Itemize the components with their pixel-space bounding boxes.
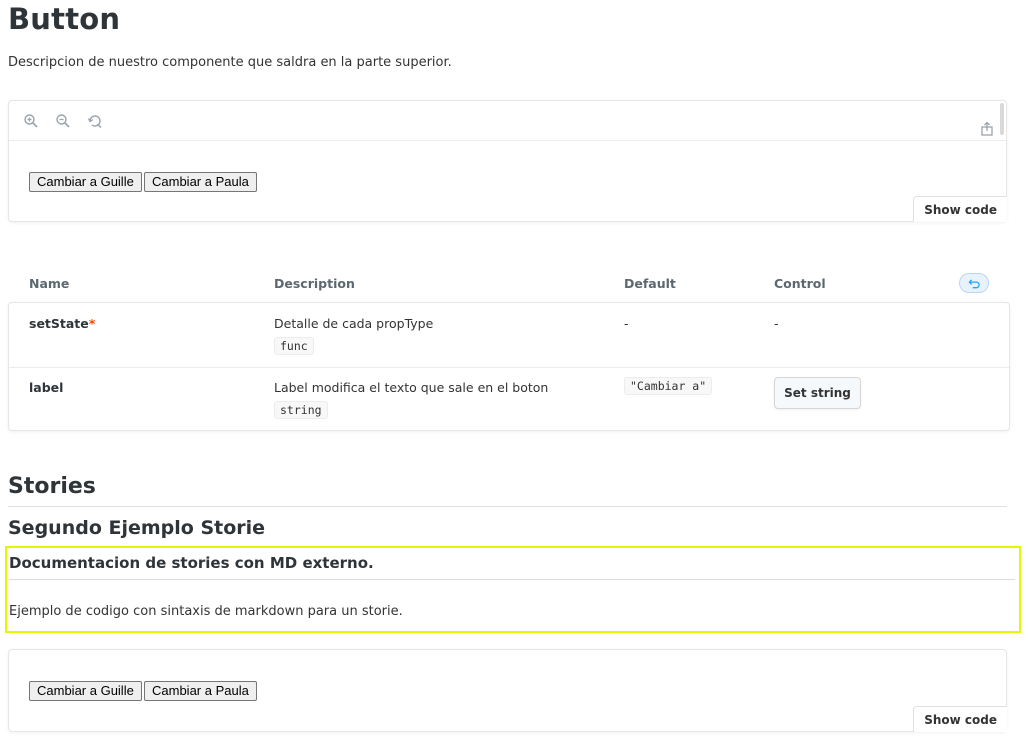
- required-mark: *: [88, 316, 96, 331]
- undo-icon: [968, 279, 980, 289]
- prop-type-badge: string: [274, 401, 328, 419]
- set-string-button[interactable]: Set string: [774, 377, 861, 409]
- prop-control: -: [774, 316, 779, 331]
- reset-controls-button[interactable]: [959, 273, 989, 293]
- zoom-in-icon[interactable]: [23, 113, 39, 129]
- show-code-button[interactable]: Show code: [913, 196, 1007, 222]
- cambiar-a-guille-button[interactable]: Cambiar a Guille: [29, 172, 142, 192]
- share-icon[interactable]: [979, 121, 995, 137]
- story-canvas: Cambiar a Guille Cambiar a Paula Show co…: [8, 649, 1007, 732]
- page-description: Descripcion de nuestro componente que sa…: [8, 55, 452, 70]
- canvas-preview: Cambiar a Guille Cambiar a Paula Show co…: [8, 100, 1007, 222]
- prop-default: -: [624, 316, 629, 331]
- prop-type-badge: func: [274, 337, 314, 355]
- story-title: Segundo Ejemplo Storie: [8, 517, 266, 539]
- prop-description: Detalle de cada propType: [274, 316, 434, 331]
- row-divider: [9, 367, 1009, 368]
- header-default: Default: [624, 276, 676, 291]
- cambiar-a-guille-button[interactable]: Cambiar a Guille: [29, 681, 142, 701]
- page-title: Button: [8, 2, 121, 36]
- prop-default-badge: "Cambiar a": [624, 377, 713, 395]
- zoom-reset-icon[interactable]: [87, 113, 103, 129]
- md-heading: Documentacion de stories con MD externo.: [9, 554, 374, 572]
- header-description: Description: [274, 276, 355, 291]
- prop-name-text: setState: [29, 316, 89, 331]
- scrollbar[interactable]: [1000, 103, 1004, 135]
- canvas-toolbar: [9, 101, 1006, 141]
- md-divider: [9, 579, 1015, 580]
- md-description-box: Documentacion de stories con MD externo.…: [5, 546, 1021, 633]
- stories-heading: Stories: [8, 474, 96, 499]
- args-table: setState* Detalle de cada propType func …: [8, 302, 1010, 431]
- cambiar-a-paula-button[interactable]: Cambiar a Paula: [144, 681, 257, 701]
- show-code-button[interactable]: Show code: [913, 706, 1007, 732]
- prop-name-setstate: setState*: [29, 316, 95, 331]
- cambiar-a-paula-button[interactable]: Cambiar a Paula: [144, 172, 257, 192]
- header-control: Control: [774, 276, 826, 291]
- prop-name-label: label: [29, 380, 64, 395]
- md-text: Ejemplo de codigo con sintaxis de markdo…: [9, 604, 403, 619]
- zoom-out-icon[interactable]: [55, 113, 71, 129]
- stories-divider: [8, 506, 1007, 507]
- header-name: Name: [29, 276, 70, 291]
- prop-description: Label modifica el texto que sale en el b…: [274, 380, 549, 395]
